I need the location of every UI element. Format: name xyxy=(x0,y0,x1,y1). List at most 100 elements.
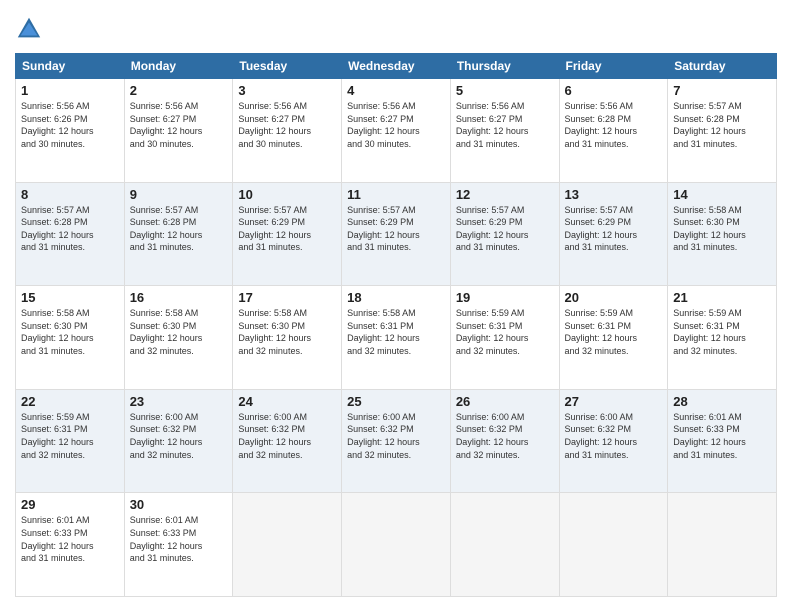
calendar-cell: 22 Sunrise: 5:59 AM Sunset: 6:31 PM Dayli… xyxy=(16,389,125,493)
day-number: 22 xyxy=(21,394,119,409)
day-info: Sunrise: 5:58 AM Sunset: 6:30 PM Dayligh… xyxy=(673,204,771,254)
day-number: 9 xyxy=(130,187,228,202)
day-info: Sunrise: 5:59 AM Sunset: 6:31 PM Dayligh… xyxy=(21,411,119,461)
day-info: Sunrise: 5:59 AM Sunset: 6:31 PM Dayligh… xyxy=(565,307,663,357)
day-number: 10 xyxy=(238,187,336,202)
day-info: Sunrise: 5:56 AM Sunset: 6:27 PM Dayligh… xyxy=(347,100,445,150)
day-number: 8 xyxy=(21,187,119,202)
weekday-header-tuesday: Tuesday xyxy=(233,54,342,79)
calendar-week-row: 15 Sunrise: 5:58 AM Sunset: 6:30 PM Dayli… xyxy=(16,286,777,390)
weekday-header-wednesday: Wednesday xyxy=(342,54,451,79)
day-info: Sunrise: 5:57 AM Sunset: 6:28 PM Dayligh… xyxy=(21,204,119,254)
day-info: Sunrise: 5:56 AM Sunset: 6:26 PM Dayligh… xyxy=(21,100,119,150)
calendar-cell xyxy=(233,493,342,597)
day-number: 29 xyxy=(21,497,119,512)
calendar-cell: 16 Sunrise: 5:58 AM Sunset: 6:30 PM Dayli… xyxy=(124,286,233,390)
calendar-week-row: 8 Sunrise: 5:57 AM Sunset: 6:28 PM Daylig… xyxy=(16,182,777,286)
logo xyxy=(15,15,47,43)
weekday-header-saturday: Saturday xyxy=(668,54,777,79)
logo-icon xyxy=(15,15,43,43)
calendar-cell: 2Sunrise: 5:56 AM Sunset: 6:27 PM Daylig… xyxy=(124,79,233,183)
calendar-cell: 27Sunrise: 6:00 AM Sunset: 6:32 PM Dayli… xyxy=(559,389,668,493)
calendar-cell: 18 Sunrise: 5:58 AM Sunset: 6:31 PM Dayli… xyxy=(342,286,451,390)
calendar-cell: 7 Sunrise: 5:57 AM Sunset: 6:28 PM Daylig… xyxy=(668,79,777,183)
calendar-cell: 8 Sunrise: 5:57 AM Sunset: 6:28 PM Daylig… xyxy=(16,182,125,286)
day-info: Sunrise: 5:57 AM Sunset: 6:29 PM Dayligh… xyxy=(456,204,554,254)
calendar-cell: 13 Sunrise: 5:57 AM Sunset: 6:29 PM Dayli… xyxy=(559,182,668,286)
calendar-week-row: 1 Sunrise: 5:56 AM Sunset: 6:26 PM Daylig… xyxy=(16,79,777,183)
day-number: 26 xyxy=(456,394,554,409)
day-info: Sunrise: 5:57 AM Sunset: 6:28 PM Dayligh… xyxy=(130,204,228,254)
calendar-cell: 23 Sunrise: 6:00 AM Sunset: 6:32 PM Dayli… xyxy=(124,389,233,493)
day-number: 13 xyxy=(565,187,663,202)
day-number: 24 xyxy=(238,394,336,409)
day-number: 30 xyxy=(130,497,228,512)
day-info: Sunrise: 5:58 AM Sunset: 6:30 PM Dayligh… xyxy=(21,307,119,357)
calendar-cell: 21 Sunrise: 5:59 AM Sunset: 6:31 PM Dayli… xyxy=(668,286,777,390)
day-info: Sunrise: 5:58 AM Sunset: 6:31 PM Dayligh… xyxy=(347,307,445,357)
calendar-cell xyxy=(450,493,559,597)
calendar-week-row: 29 Sunrise: 6:01 AM Sunset: 6:33 PM Dayli… xyxy=(16,493,777,597)
day-number: 19 xyxy=(456,290,554,305)
day-info: Sunrise: 6:00 AM Sunset: 6:32 PM Dayligh… xyxy=(456,411,554,461)
calendar-cell: 14Sunrise: 5:58 AM Sunset: 6:30 PM Dayli… xyxy=(668,182,777,286)
calendar-cell: 10 Sunrise: 5:57 AM Sunset: 6:29 PM Dayli… xyxy=(233,182,342,286)
weekday-header-thursday: Thursday xyxy=(450,54,559,79)
day-number: 20 xyxy=(565,290,663,305)
day-number: 4 xyxy=(347,83,445,98)
day-number: 3 xyxy=(238,83,336,98)
weekday-header-sunday: Sunday xyxy=(16,54,125,79)
day-info: Sunrise: 6:01 AM Sunset: 6:33 PM Dayligh… xyxy=(673,411,771,461)
day-info: Sunrise: 5:58 AM Sunset: 6:30 PM Dayligh… xyxy=(130,307,228,357)
day-number: 12 xyxy=(456,187,554,202)
day-info: Sunrise: 6:00 AM Sunset: 6:32 PM Dayligh… xyxy=(238,411,336,461)
day-number: 7 xyxy=(673,83,771,98)
day-number: 5 xyxy=(456,83,554,98)
day-number: 11 xyxy=(347,187,445,202)
day-info: Sunrise: 5:57 AM Sunset: 6:29 PM Dayligh… xyxy=(347,204,445,254)
day-number: 16 xyxy=(130,290,228,305)
weekday-header-friday: Friday xyxy=(559,54,668,79)
day-info: Sunrise: 5:59 AM Sunset: 6:31 PM Dayligh… xyxy=(673,307,771,357)
day-info: Sunrise: 5:56 AM Sunset: 6:27 PM Dayligh… xyxy=(238,100,336,150)
day-number: 15 xyxy=(21,290,119,305)
day-info: Sunrise: 6:00 AM Sunset: 6:32 PM Dayligh… xyxy=(347,411,445,461)
day-number: 6 xyxy=(565,83,663,98)
calendar-table: SundayMondayTuesdayWednesdayThursdayFrid… xyxy=(15,53,777,597)
day-info: Sunrise: 6:00 AM Sunset: 6:32 PM Dayligh… xyxy=(565,411,663,461)
calendar-cell: 26 Sunrise: 6:00 AM Sunset: 6:32 PM Dayli… xyxy=(450,389,559,493)
day-number: 25 xyxy=(347,394,445,409)
day-number: 17 xyxy=(238,290,336,305)
calendar-cell: 6 Sunrise: 5:56 AM Sunset: 6:28 PM Daylig… xyxy=(559,79,668,183)
calendar-cell xyxy=(342,493,451,597)
day-number: 21 xyxy=(673,290,771,305)
day-number: 1 xyxy=(21,83,119,98)
day-info: Sunrise: 5:56 AM Sunset: 6:28 PM Dayligh… xyxy=(565,100,663,150)
day-number: 28 xyxy=(673,394,771,409)
calendar-cell: 20 Sunrise: 5:59 AM Sunset: 6:31 PM Dayli… xyxy=(559,286,668,390)
calendar-cell: 29 Sunrise: 6:01 AM Sunset: 6:33 PM Dayli… xyxy=(16,493,125,597)
day-number: 23 xyxy=(130,394,228,409)
weekday-header-monday: Monday xyxy=(124,54,233,79)
calendar-cell xyxy=(559,493,668,597)
day-info: Sunrise: 6:01 AM Sunset: 6:33 PM Dayligh… xyxy=(130,514,228,564)
calendar-cell: 11 Sunrise: 5:57 AM Sunset: 6:29 PM Dayli… xyxy=(342,182,451,286)
day-info: Sunrise: 5:57 AM Sunset: 6:29 PM Dayligh… xyxy=(565,204,663,254)
calendar-cell: 15 Sunrise: 5:58 AM Sunset: 6:30 PM Dayli… xyxy=(16,286,125,390)
day-info: Sunrise: 5:57 AM Sunset: 6:29 PM Dayligh… xyxy=(238,204,336,254)
day-info: Sunrise: 6:00 AM Sunset: 6:32 PM Dayligh… xyxy=(130,411,228,461)
page: SundayMondayTuesdayWednesdayThursdayFrid… xyxy=(0,0,792,612)
calendar-cell: 5 Sunrise: 5:56 AM Sunset: 6:27 PM Daylig… xyxy=(450,79,559,183)
day-number: 18 xyxy=(347,290,445,305)
day-info: Sunrise: 5:59 AM Sunset: 6:31 PM Dayligh… xyxy=(456,307,554,357)
calendar-week-row: 22 Sunrise: 5:59 AM Sunset: 6:31 PM Dayli… xyxy=(16,389,777,493)
calendar-cell: 19 Sunrise: 5:59 AM Sunset: 6:31 PM Dayli… xyxy=(450,286,559,390)
header xyxy=(15,15,777,43)
day-info: Sunrise: 5:56 AM Sunset: 6:27 PM Dayligh… xyxy=(456,100,554,150)
day-info: Sunrise: 5:58 AM Sunset: 6:30 PM Dayligh… xyxy=(238,307,336,357)
day-info: Sunrise: 6:01 AM Sunset: 6:33 PM Dayligh… xyxy=(21,514,119,564)
calendar-cell: 17 Sunrise: 5:58 AM Sunset: 6:30 PM Dayli… xyxy=(233,286,342,390)
day-number: 2 xyxy=(130,83,228,98)
calendar-cell xyxy=(668,493,777,597)
day-info: Sunrise: 5:57 AM Sunset: 6:28 PM Dayligh… xyxy=(673,100,771,150)
